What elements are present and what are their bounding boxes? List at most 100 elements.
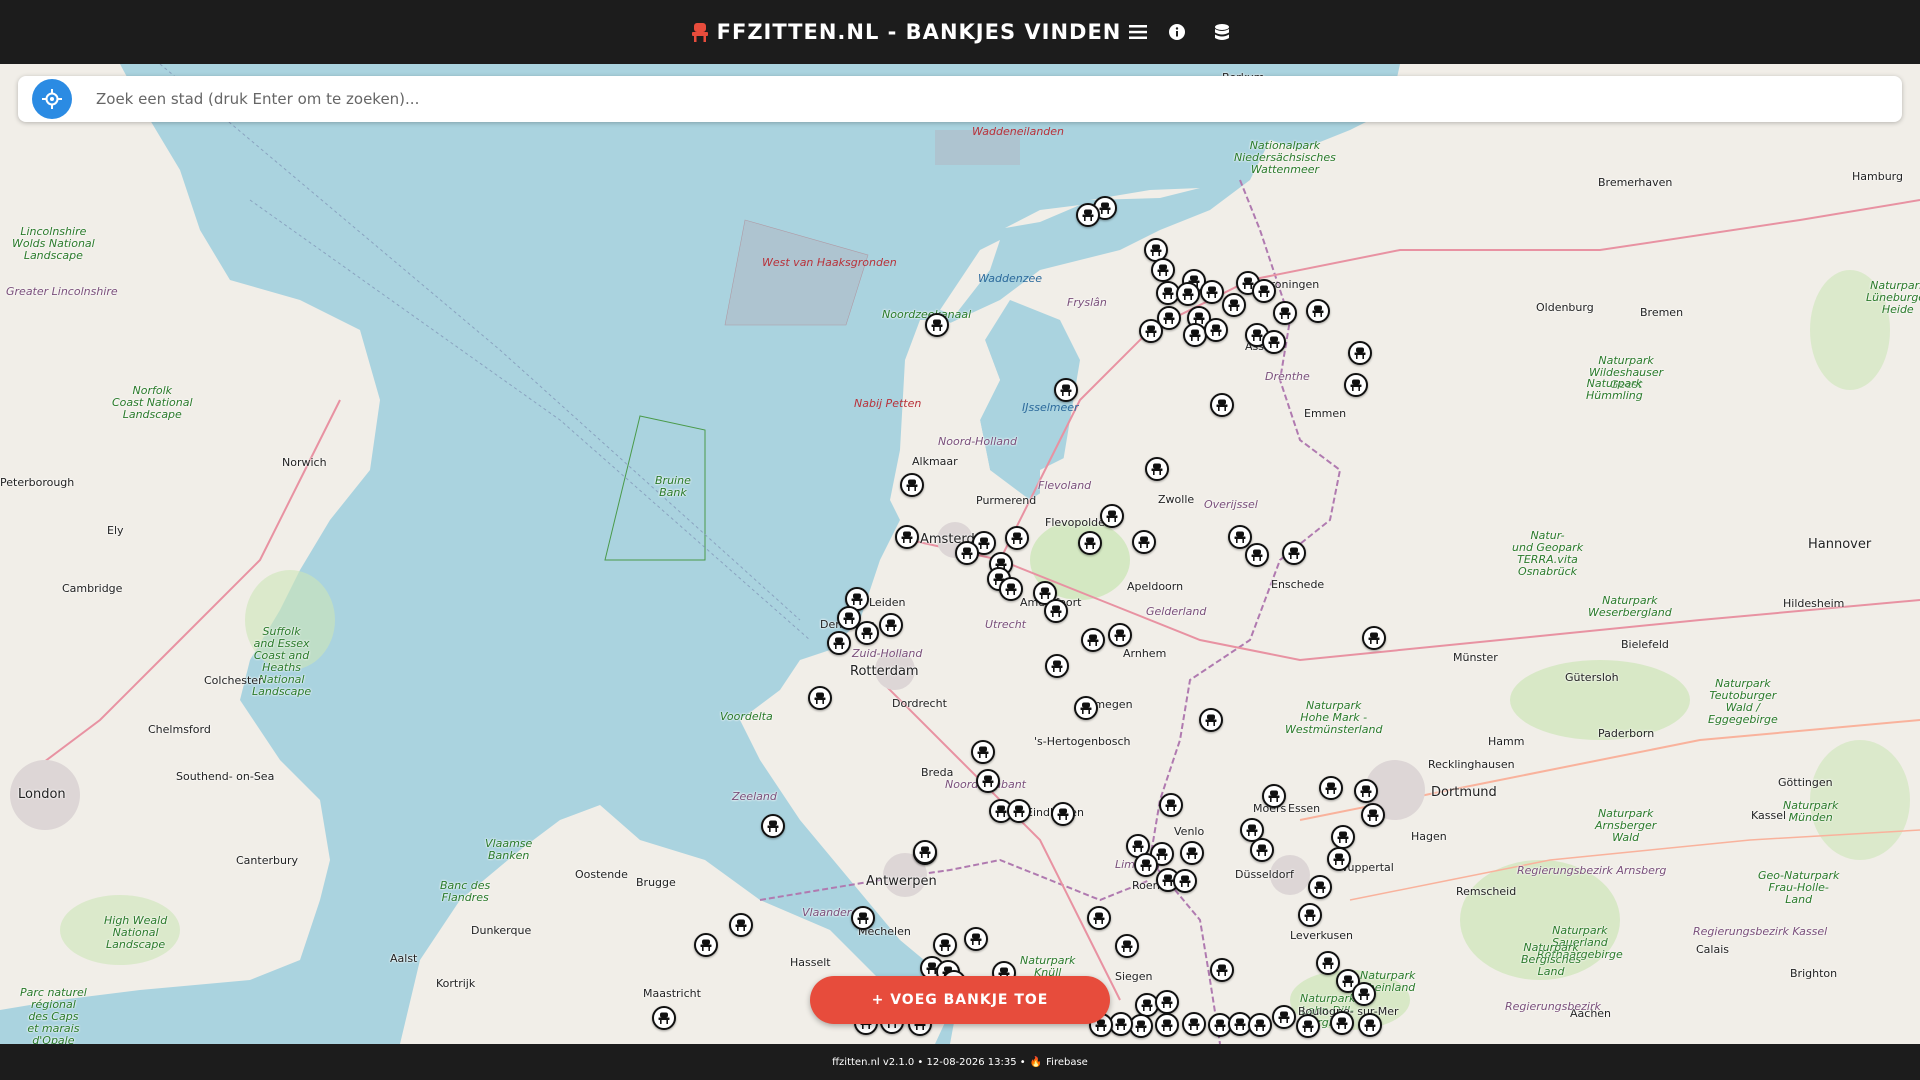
- bench-marker[interactable]: [1076, 203, 1100, 227]
- bench-marker[interactable]: [1306, 299, 1330, 323]
- bench-marker[interactable]: [1245, 543, 1269, 567]
- bench-marker[interactable]: [1005, 526, 1029, 550]
- map-place-label: Dordrecht: [892, 697, 947, 710]
- bench-marker[interactable]: [851, 906, 875, 930]
- bench-marker[interactable]: [955, 541, 979, 565]
- map-place-label: Aalst: [390, 952, 418, 965]
- bench-marker[interactable]: [1176, 282, 1200, 306]
- city-search-input[interactable]: [94, 89, 1798, 109]
- bench-marker[interactable]: [1272, 1005, 1296, 1029]
- bench-marker[interactable]: [1074, 696, 1098, 720]
- bench-marker[interactable]: [1319, 776, 1343, 800]
- bench-marker[interactable]: [1044, 599, 1068, 623]
- bench-marker[interactable]: [1151, 258, 1175, 282]
- bench-marker[interactable]: [913, 840, 937, 864]
- bench-marker[interactable]: [1262, 330, 1286, 354]
- bench-marker[interactable]: [1134, 853, 1158, 877]
- bench-marker[interactable]: [1262, 784, 1286, 808]
- bench-marker[interactable]: [1182, 1012, 1206, 1036]
- bench-marker[interactable]: [1331, 825, 1355, 849]
- map-place-label: Colchester: [204, 674, 263, 687]
- map-place-label: Hildesheim: [1783, 597, 1845, 610]
- bench-marker[interactable]: [976, 769, 1000, 793]
- bench-icon: [977, 746, 989, 758]
- bench-marker[interactable]: [1051, 802, 1075, 826]
- bench-marker[interactable]: [1087, 906, 1111, 930]
- bench-marker[interactable]: [1045, 654, 1069, 678]
- bench-marker[interactable]: [1327, 847, 1351, 871]
- bench-marker[interactable]: [1108, 623, 1132, 647]
- bench-marker[interactable]: [1180, 841, 1204, 865]
- bench-marker[interactable]: [895, 525, 919, 549]
- bench-marker[interactable]: [1273, 301, 1297, 325]
- bench-marker[interactable]: [855, 621, 879, 645]
- bench-marker[interactable]: [900, 473, 924, 497]
- bench-marker[interactable]: [1210, 958, 1234, 982]
- bench-icon: [1135, 1020, 1147, 1032]
- map-place-label: Geo-Naturpark Frau-Holle- Land: [1758, 869, 1840, 906]
- bench-marker[interactable]: [827, 631, 851, 655]
- bench-marker[interactable]: [1145, 457, 1169, 481]
- bench-marker[interactable]: [1132, 530, 1156, 554]
- bench-marker[interactable]: [1007, 799, 1031, 823]
- bench-marker[interactable]: [1316, 951, 1340, 975]
- bench-marker[interactable]: [1081, 628, 1105, 652]
- bench-marker[interactable]: [1330, 1011, 1354, 1035]
- bench-marker[interactable]: [1155, 990, 1179, 1014]
- bench-marker[interactable]: [925, 313, 949, 337]
- bench-marker[interactable]: [1204, 318, 1228, 342]
- bench-marker[interactable]: [1222, 293, 1246, 317]
- bench-marker[interactable]: [1139, 319, 1163, 343]
- brand[interactable]: ffzitten.nl - bankjes vinden: [691, 20, 1122, 44]
- bench-marker[interactable]: [808, 686, 832, 710]
- bench-icon: [1161, 1019, 1173, 1031]
- add-bench-button[interactable]: + VOEG BANKJE TOE: [810, 976, 1110, 1024]
- bench-marker[interactable]: [1358, 1013, 1382, 1037]
- bench-marker[interactable]: [1248, 1013, 1272, 1037]
- bench-marker[interactable]: [1344, 373, 1368, 397]
- bench-marker[interactable]: [1361, 803, 1385, 827]
- menu-icon[interactable]: [1129, 24, 1148, 40]
- bench-marker[interactable]: [1199, 708, 1223, 732]
- bench-marker[interactable]: [1354, 779, 1378, 803]
- database-icon[interactable]: [1215, 23, 1230, 41]
- bench-marker[interactable]: [1298, 903, 1322, 927]
- bench-marker[interactable]: [1155, 1013, 1179, 1037]
- map-place-label: Naturpark Hohe Mark - Westmünsterland: [1285, 699, 1383, 736]
- bench-marker[interactable]: [1252, 279, 1276, 303]
- bench-marker[interactable]: [1352, 982, 1376, 1006]
- bench-marker[interactable]: [1282, 541, 1306, 565]
- map-view[interactable]: BorkumWaddeneilandenNationalpark Nieders…: [0, 64, 1920, 1044]
- map-place-label: Oldenburg: [1536, 301, 1594, 314]
- bench-marker[interactable]: [1362, 626, 1386, 650]
- bench-marker[interactable]: [964, 927, 988, 951]
- bench-marker[interactable]: [933, 933, 957, 957]
- bench-marker[interactable]: [1115, 934, 1139, 958]
- map-place-label: Oostende: [575, 868, 628, 881]
- map-place-label: Naturpark Teutoburger Wald / Eggegebirge: [1708, 677, 1778, 726]
- locate-button[interactable]: [32, 79, 72, 119]
- bench-marker[interactable]: [1250, 838, 1274, 862]
- bench-marker[interactable]: [761, 814, 785, 838]
- bench-marker[interactable]: [1100, 504, 1124, 528]
- map-place-label: Suffolk and Essex Coast and Heaths Natio…: [252, 625, 312, 698]
- bench-marker[interactable]: [729, 913, 753, 937]
- bench-icon: [1337, 831, 1349, 843]
- bench-marker[interactable]: [1348, 341, 1372, 365]
- map-place-label: Lincolnshire Wolds National Landscape: [12, 225, 95, 262]
- bench-marker[interactable]: [1173, 869, 1197, 893]
- bench-marker[interactable]: [1159, 793, 1183, 817]
- bench-marker[interactable]: [694, 933, 718, 957]
- bench-marker[interactable]: [971, 740, 995, 764]
- bench-marker[interactable]: [1210, 393, 1234, 417]
- bench-marker[interactable]: [1308, 875, 1332, 899]
- bench-marker[interactable]: [652, 1006, 676, 1030]
- bench-marker[interactable]: [1296, 1014, 1320, 1038]
- bench-marker[interactable]: [1200, 280, 1224, 304]
- info-icon[interactable]: [1169, 24, 1186, 40]
- bench-marker[interactable]: [879, 613, 903, 637]
- bench-marker[interactable]: [1054, 378, 1078, 402]
- bench-marker[interactable]: [1078, 531, 1102, 555]
- map-place-label: Overijssel: [1204, 498, 1258, 511]
- bench-marker[interactable]: [999, 577, 1023, 601]
